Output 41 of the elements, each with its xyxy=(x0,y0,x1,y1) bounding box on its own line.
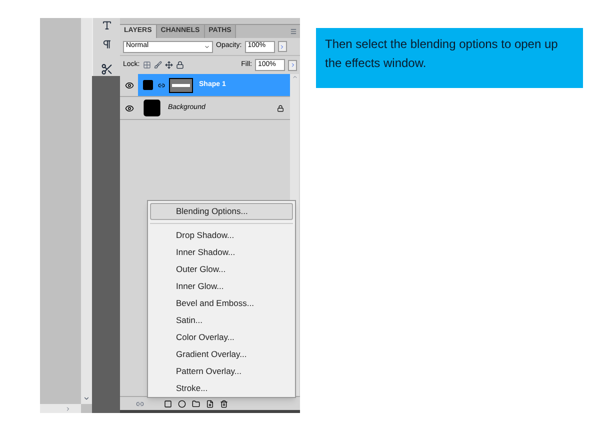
vertical-scrollbar[interactable] xyxy=(81,18,92,404)
vector-mask-thumbnail xyxy=(169,78,193,92)
layer-thumbnail-icon xyxy=(142,98,162,118)
menu-item[interactable]: Inner Glow... xyxy=(150,278,293,295)
scissors-tool-icon[interactable] xyxy=(100,63,114,76)
menu-item[interactable]: Bevel and Emboss... xyxy=(150,295,293,312)
lock-all-icon[interactable] xyxy=(176,61,184,69)
paragraph-tool-icon[interactable] xyxy=(100,38,112,50)
new-group-icon[interactable] xyxy=(192,400,200,408)
new-layer-icon[interactable] xyxy=(206,400,214,408)
delete-icon[interactable] xyxy=(220,400,228,408)
opacity-slider-button[interactable] xyxy=(278,41,287,52)
adjustment-layer-icon[interactable] xyxy=(178,400,186,408)
horizontal-scrollbar[interactable] xyxy=(40,404,81,413)
callout-text: Then select the blending options to open up the effects window. xyxy=(325,36,559,72)
text-tool-icon[interactable] xyxy=(100,20,112,31)
lock-brush-icon[interactable] xyxy=(154,61,162,69)
scroll-down-icon[interactable] xyxy=(83,395,90,402)
fill-slider-button[interactable] xyxy=(288,60,297,70)
visibility-eye-icon[interactable] xyxy=(124,80,134,90)
lock-transparency-icon[interactable] xyxy=(142,61,151,69)
menu-item[interactable]: Stroke... xyxy=(150,380,293,397)
link-layers-icon[interactable] xyxy=(136,400,144,408)
menu-item[interactable]: Color Overlay... xyxy=(150,329,293,346)
menu-item[interactable]: Outer Glow... xyxy=(150,261,293,278)
menu-item[interactable]: Drop Shadow... xyxy=(150,227,293,244)
menu-item[interactable]: Pattern Overlay... xyxy=(150,363,293,380)
menu-item[interactable]: Inner Shadow... xyxy=(150,244,293,261)
arrow-right-icon xyxy=(290,62,296,68)
link-icon xyxy=(158,82,165,88)
menu-item[interactable]: Blending Options... xyxy=(150,203,293,220)
panel-menu-icon[interactable] xyxy=(290,28,297,35)
lock-move-icon[interactable] xyxy=(164,61,173,69)
menu-item[interactable]: Gradient Overlay... xyxy=(150,346,293,363)
menu-item[interactable]: Satin... xyxy=(150,312,293,329)
dropdown-caret-icon xyxy=(204,44,210,50)
visibility-eye-icon[interactable] xyxy=(124,104,134,112)
layer-thumbnail-icon xyxy=(142,79,154,91)
arrow-right-icon xyxy=(279,44,286,50)
add-mask-icon[interactable] xyxy=(164,400,172,408)
layer-lock-icon xyxy=(277,104,284,112)
